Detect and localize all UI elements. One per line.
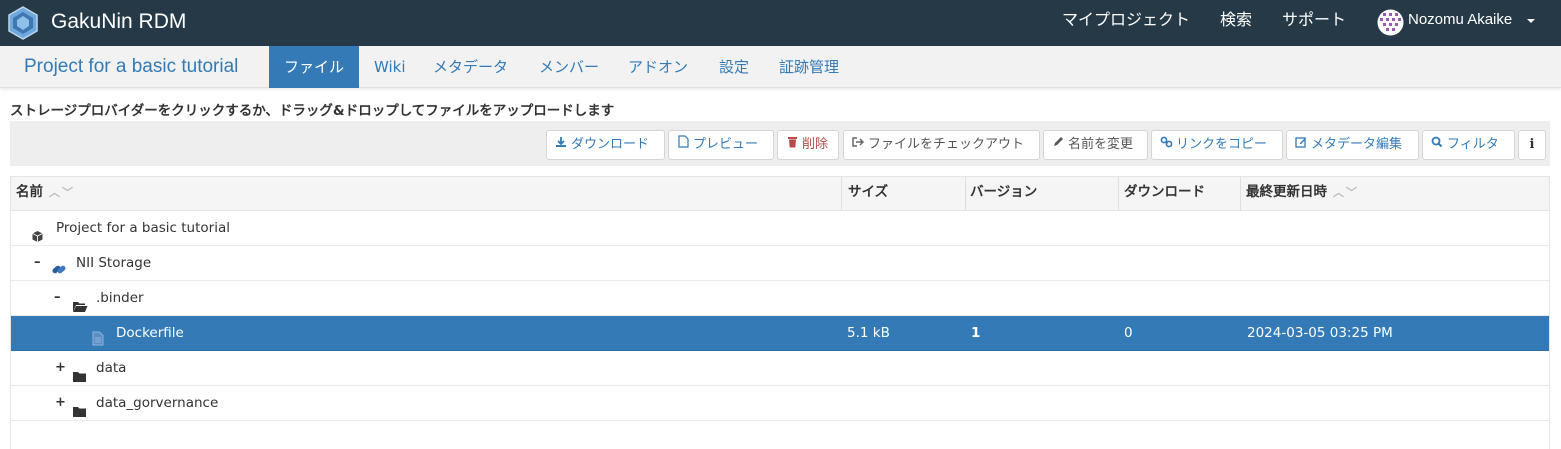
row-toggle-collapse[interactable]: – <box>34 246 41 280</box>
filter-button[interactable]: フィルタ <box>1422 130 1515 160</box>
nav-my-projects[interactable]: マイプロジェクト <box>1062 0 1190 46</box>
rename-label: 名前を変更 <box>1068 137 1134 152</box>
brand-name[interactable]: GakuNin RDM <box>51 8 186 36</box>
row-modified: 2024-03-05 03:25 PM <box>1247 325 1393 341</box>
grid-header: 名前 ︿﹀ サイズ バージョン ダウンロード 最終更新日時 ︿﹀ <box>11 177 1549 211</box>
file-grid: 名前 ︿﹀ サイズ バージョン ダウンロード 最終更新日時 ︿﹀ Project f… <box>10 176 1550 449</box>
row-downloads: 0 <box>1124 325 1133 341</box>
tab-settings[interactable]: 設定 <box>719 46 749 88</box>
delete-button[interactable]: 削除 <box>777 130 839 160</box>
pencil-icon <box>1052 131 1064 159</box>
sign-out-icon <box>852 131 865 159</box>
checkout-button[interactable]: ファイルをチェックアウト <box>843 130 1040 160</box>
checkout-label: ファイルをチェックアウト <box>868 137 1025 152</box>
column-modified-label: 最終更新日時 <box>1246 184 1327 200</box>
edit-metadata-button[interactable]: メタデータ編集 <box>1286 130 1419 160</box>
download-label: ダウンロード <box>571 137 650 152</box>
folder-icon <box>72 397 87 431</box>
upload-instructions: ストレージプロバイダーをクリックするか、ドラッグ&ドロップしてファイルをアップロ… <box>10 103 615 119</box>
column-version: バージョン <box>970 184 1038 200</box>
file-icon <box>677 131 689 159</box>
sort-modified-icon[interactable]: ︿﹀ <box>1333 186 1359 199</box>
user-avatar[interactable] <box>1377 9 1404 36</box>
table-row[interactable]: + data_gorvernance <box>11 386 1549 421</box>
user-name[interactable]: Nozomu Akaike <box>1408 0 1512 40</box>
row-name: .binder <box>96 290 144 306</box>
project-title[interactable]: Project for a basic tutorial <box>24 46 238 88</box>
tab-metadata[interactable]: メタデータ <box>433 46 508 88</box>
link-icon <box>1160 131 1173 159</box>
filter-label: フィルタ <box>1447 137 1499 152</box>
column-size: サイズ <box>848 184 889 200</box>
table-row-selected[interactable]: Dockerfile 5.1 kB 1 0 2024-03-05 03:25 P… <box>11 316 1549 351</box>
rename-button[interactable]: 名前を変更 <box>1043 130 1148 160</box>
search-icon <box>1431 131 1443 159</box>
copy-link-label: リンクをコピー <box>1176 137 1268 152</box>
info-button[interactable]: i <box>1518 130 1546 160</box>
row-toggle-expand[interactable]: + <box>55 351 66 385</box>
row-size: 5.1 kB <box>847 325 890 341</box>
row-name: data_gorvernance <box>96 395 219 411</box>
row-name: Dockerfile <box>116 325 184 341</box>
tab-members[interactable]: メンバー <box>539 46 599 88</box>
table-row[interactable]: + data <box>11 351 1549 386</box>
preview-label: プレビュー <box>693 137 759 152</box>
table-row[interactable]: – NII Storage <box>11 246 1549 281</box>
sort-name-icon[interactable]: ︿﹀ <box>49 186 75 199</box>
download-button[interactable]: ダウンロード <box>546 130 665 160</box>
project-navbar: Project for a basic tutorial ファイル Wiki メ… <box>0 46 1561 88</box>
top-navbar: GakuNin RDM マイプロジェクト 検索 サポート Nozomu Akai… <box>0 0 1561 46</box>
edit-icon <box>1295 131 1307 159</box>
edit-metadata-label: メタデータ編集 <box>1311 137 1403 152</box>
nav-search[interactable]: 検索 <box>1220 0 1252 46</box>
column-modified[interactable]: 最終更新日時 ︿﹀ <box>1246 177 1359 211</box>
tab-files[interactable]: ファイル <box>269 46 359 88</box>
nav-support[interactable]: サポート <box>1282 0 1346 46</box>
trash-icon <box>786 131 798 159</box>
row-name: Project for a basic tutorial <box>56 220 230 236</box>
row-toggle-expand[interactable]: + <box>55 386 66 420</box>
delete-label: 削除 <box>802 137 829 152</box>
download-icon <box>555 131 567 159</box>
tab-wiki[interactable]: Wiki <box>374 46 406 88</box>
column-name[interactable]: 名前 ︿﹀ <box>16 177 75 211</box>
table-row[interactable]: – .binder <box>11 281 1549 316</box>
user-menu-caret-icon[interactable] <box>1527 19 1535 23</box>
column-divider <box>965 177 966 211</box>
row-name: NII Storage <box>76 255 152 271</box>
column-downloads: ダウンロード <box>1124 184 1205 200</box>
column-divider <box>1118 177 1119 211</box>
column-divider <box>1240 177 1241 211</box>
column-name-label: 名前 <box>16 184 43 200</box>
row-toggle-collapse[interactable]: – <box>54 281 61 315</box>
preview-button[interactable]: プレビュー <box>668 130 774 160</box>
tab-addons[interactable]: アドオン <box>628 46 688 88</box>
row-version[interactable]: 1 <box>971 316 980 350</box>
table-row[interactable]: Project for a basic tutorial <box>11 211 1549 246</box>
gakunin-logo-icon[interactable] <box>6 6 40 40</box>
row-name: data <box>96 360 127 376</box>
column-divider <box>841 177 842 211</box>
copy-link-button[interactable]: リンクをコピー <box>1151 130 1283 160</box>
tab-audit-log[interactable]: 証跡管理 <box>779 46 839 88</box>
